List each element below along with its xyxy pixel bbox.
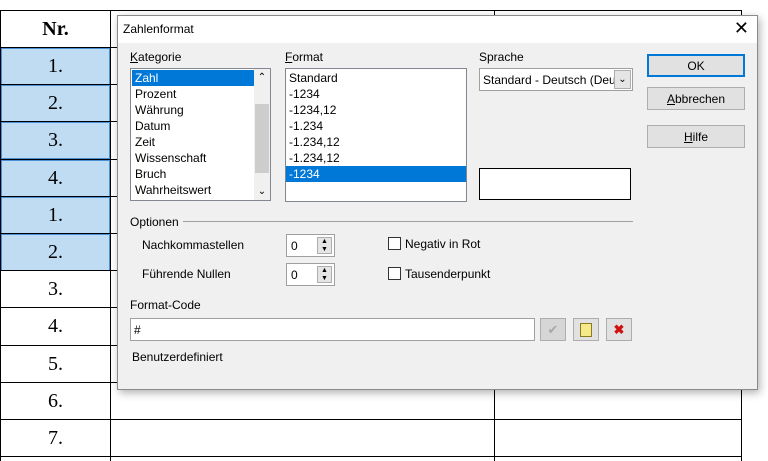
kategorie-item[interactable]: Wahrheitswert [132, 182, 254, 198]
table-column-line [110, 10, 111, 461]
table-cell-nr[interactable]: 5. [1, 346, 110, 383]
table-cell-nr[interactable]: 4. [1, 159, 110, 197]
accept-code-button[interactable]: ✔ [540, 318, 566, 341]
table-row-line [0, 10, 742, 11]
fuehrende-value: 0 [291, 268, 298, 282]
number-format-dialog: Zahlenformat ✕ Kategorie Zahl Prozent Währ… [117, 15, 758, 390]
format-item[interactable]: -1234 [286, 166, 466, 182]
kategorie-item[interactable]: Bruch [132, 166, 254, 182]
format-list[interactable]: Standard -1234 -1234,12 -1.234 -1.234,12 -1.2… [285, 68, 467, 202]
table-column-line [0, 10, 1, 461]
nachkomma-value: 0 [291, 239, 298, 253]
negativ-checkbox[interactable] [388, 237, 401, 250]
close-icon[interactable]: ✕ [734, 18, 749, 39]
dialog-titlebar: Zahlenformat ✕ [118, 16, 757, 43]
fuehrende-label: Führende Nullen [142, 267, 231, 281]
formatcode-label: Format-Code [130, 298, 201, 312]
nachkomma-label: Nachkommastellen [142, 238, 245, 252]
tausender-checkbox[interactable] [388, 267, 401, 280]
spin-arrows-icon[interactable]: ▲ ▼ [317, 237, 332, 254]
table-header-nr: Nr. [42, 18, 69, 40]
format-item[interactable]: -1.234 [286, 118, 466, 134]
help-button[interactable]: Hilfe [647, 125, 745, 148]
kategorie-item[interactable]: Zeit [132, 134, 254, 150]
checkmark-icon: ✔ [547, 321, 559, 337]
format-item[interactable]: -1.234,12 [286, 150, 466, 166]
table-row-line [0, 419, 742, 420]
kategorie-list[interactable]: Zahl Prozent Währung Datum Zeit Wissenschaft B… [130, 68, 271, 201]
chevron-down-icon[interactable]: ⌄ [614, 70, 631, 89]
table-cell-nr[interactable]: 4. [1, 308, 110, 345]
optionen-label: Optionen [130, 215, 179, 229]
scroll-up-icon[interactable]: ⌃ [254, 72, 270, 83]
kategorie-item[interactable]: Zahl [132, 70, 254, 86]
kategorie-item[interactable]: Wissenschaft [132, 150, 254, 166]
tausender-label: Tausenderpunkt [405, 267, 491, 281]
note-icon [580, 322, 592, 337]
add-comment-button[interactable] [573, 318, 599, 341]
cancel-button[interactable]: Abbrechen [647, 87, 745, 110]
table-cell-nr[interactable]: 1. [1, 196, 110, 234]
help-label: Hilfe [683, 129, 708, 144]
format-item[interactable]: -1.234,12 [286, 134, 466, 150]
scroll-thumb[interactable] [255, 104, 269, 173]
table-cell-nr[interactable]: 2. [1, 234, 110, 271]
formatcode-value: # [134, 323, 141, 337]
sprache-value: Standard - Deutsch (Deut [483, 73, 615, 87]
table-cell-nr[interactable]: 6. [1, 383, 110, 420]
dialog-title: Zahlenformat [123, 22, 194, 36]
spin-arrows-icon[interactable]: ▲ ▼ [317, 266, 332, 283]
format-preview [479, 168, 631, 200]
sprache-dropdown[interactable]: Standard - Deutsch (Deut ⌄ [479, 68, 633, 91]
optionen-divider [183, 221, 633, 222]
negativ-label: Negativ in Rot [405, 237, 481, 251]
table-cell-nr[interactable]: 1. [1, 48, 110, 85]
format-item[interactable]: -1234,12 [286, 102, 466, 118]
kategorie-label: Kategorie [130, 50, 182, 64]
table-cell-nr[interactable]: 3. [1, 122, 110, 160]
kategorie-item[interactable]: Datum [132, 118, 254, 134]
formatcode-input[interactable]: # [130, 318, 535, 341]
format-description: Benutzerdefiniert [132, 350, 223, 364]
delete-x-icon: ✖ [613, 321, 625, 337]
table-cell-nr[interactable]: 7. [1, 420, 110, 457]
format-item[interactable]: -1234 [286, 86, 466, 102]
kategorie-item[interactable]: Währung [132, 102, 254, 118]
fuehrende-stepper[interactable]: 0 ▲ ▼ [286, 263, 335, 286]
format-item[interactable]: Standard [286, 70, 466, 86]
sprache-label: Sprache [479, 50, 524, 64]
format-label: Format [285, 50, 324, 64]
table-cell-nr[interactable]: 3. [1, 271, 110, 308]
table-row-line [0, 456, 742, 457]
nachkomma-stepper[interactable]: 0 ▲ ▼ [286, 234, 335, 257]
delete-code-button[interactable]: ✖ [606, 318, 632, 341]
kategorie-item[interactable]: Prozent [132, 86, 254, 102]
scroll-down-icon[interactable]: ⌄ [254, 186, 270, 197]
ok-button[interactable]: OK [647, 54, 745, 77]
kategorie-scrollbar[interactable]: ⌃ ⌄ [254, 69, 270, 200]
table-cell-nr[interactable]: 2. [1, 85, 110, 123]
